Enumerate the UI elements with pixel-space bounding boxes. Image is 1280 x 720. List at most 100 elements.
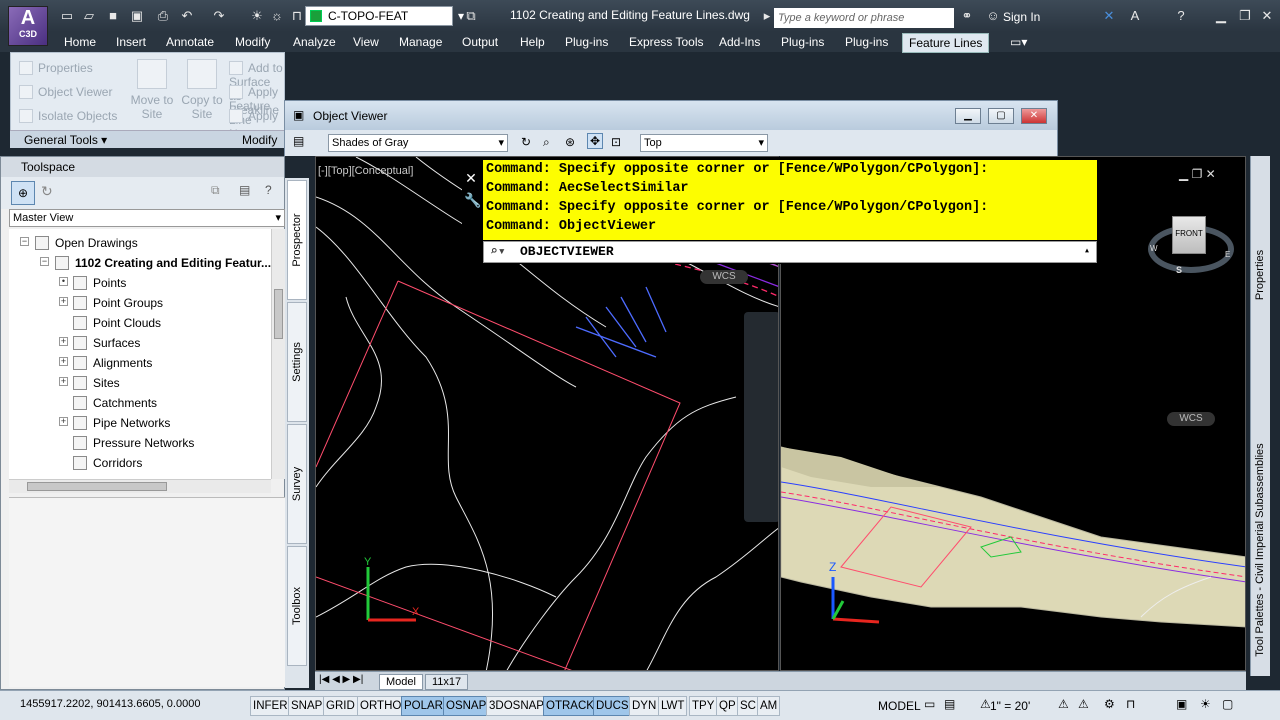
binoculars-icon[interactable]: ⚭: [958, 8, 976, 24]
help-icon[interactable]: ?: [265, 183, 272, 197]
tree-item-pressure-networks[interactable]: Pressure Networks: [73, 435, 194, 451]
collapse-icon[interactable]: −: [40, 257, 49, 266]
tab-model[interactable]: Model: [379, 674, 423, 690]
expand-icon[interactable]: +: [59, 297, 68, 306]
app-menu-button[interactable]: A C3D: [8, 6, 48, 46]
magnify-icon[interactable]: ⊕: [11, 181, 35, 205]
zoom-extents-icon[interactable]: ⊛: [565, 135, 575, 149]
properties-button[interactable]: Properties: [19, 61, 93, 75]
viewcube[interactable]: FRONT: [1172, 216, 1206, 254]
tab-toolbox[interactable]: Toolbox: [287, 546, 307, 666]
tree-item-points[interactable]: Points: [73, 275, 126, 291]
lock-icon[interactable]: ⊓: [288, 8, 306, 24]
wcs-badge-3d[interactable]: WCS: [1167, 412, 1215, 426]
ribbon-options-icon[interactable]: ▭▾: [1010, 34, 1027, 50]
general-tools-panel-label[interactable]: General Tools ▾: [24, 133, 107, 147]
toggle-otrack[interactable]: OTRACK: [543, 696, 597, 716]
isolate-icon[interactable]: ☀: [1200, 697, 1211, 711]
tab-annotate[interactable]: Annotate: [166, 34, 214, 50]
help-icon[interactable]: ?: [1172, 8, 1190, 24]
tab-11x17[interactable]: 11x17: [425, 674, 469, 690]
toggle-osnap[interactable]: OSNAP: [443, 696, 490, 716]
toolspace-title[interactable]: Toolspace: [1, 157, 284, 177]
scroll-thumb[interactable]: [27, 482, 167, 491]
tab-plugins-3[interactable]: Plug-ins: [845, 34, 888, 50]
close-icon[interactable]: ✕: [1021, 108, 1047, 124]
tab-insert[interactable]: Insert: [116, 34, 146, 50]
vertical-scrollbar[interactable]: [271, 229, 285, 479]
tab-output[interactable]: Output: [462, 34, 498, 50]
close-icon[interactable]: ✕: [462, 170, 480, 188]
quick-view-drawings-icon[interactable]: ▤: [944, 697, 955, 711]
toggle-grid[interactable]: GRID: [323, 696, 358, 716]
model-space-toggle[interactable]: MODEL: [878, 696, 921, 716]
panel-view-icon[interactable]: ▤: [239, 183, 250, 197]
tab-plugins-2[interactable]: Plug-ins: [781, 34, 824, 50]
layer-dropdown[interactable]: C-TOPO-FEAT ▾: [305, 6, 464, 26]
copy-to-site-button[interactable]: Copy to Site: [177, 59, 227, 121]
exchange-icon[interactable]: ✕: [1100, 8, 1118, 24]
lock-icon[interactable]: ⊓: [1126, 697, 1135, 711]
tab-help[interactable]: Help: [520, 34, 545, 50]
quick-view-layouts-icon[interactable]: ▭: [924, 697, 935, 711]
item-view-icon[interactable]: ⧉: [211, 183, 220, 198]
expand-icon[interactable]: •: [59, 277, 68, 286]
zoom-icon[interactable]: ⌕: [543, 135, 550, 150]
toggle-polar[interactable]: POLAR: [401, 696, 446, 716]
toggle-snap[interactable]: SNAP: [288, 696, 326, 716]
tree-item-point-clouds[interactable]: Point Clouds: [73, 315, 161, 331]
minimize-icon[interactable]: ▁: [1212, 8, 1230, 24]
new-icon[interactable]: ▭: [58, 8, 76, 24]
wcs-badge[interactable]: WCS: [700, 270, 748, 284]
open-icon[interactable]: ▱: [80, 8, 98, 24]
visual-style-select[interactable]: Shades of Gray ▾: [328, 134, 508, 152]
clean-screen-icon[interactable]: ▢: [1222, 697, 1233, 711]
sign-in-link[interactable]: Sign In: [1003, 10, 1040, 24]
horizontal-scrollbar[interactable]: [9, 479, 271, 493]
object-viewer-button[interactable]: Object Viewer: [19, 85, 112, 99]
view-direction-select[interactable]: Top ▾: [640, 134, 768, 152]
tree-item-catchments[interactable]: Catchments: [73, 395, 157, 411]
tab-prospector[interactable]: Prospector: [287, 180, 307, 300]
toggle-ducs[interactable]: DUCS: [593, 696, 632, 716]
coordinate-readout[interactable]: 1455917.2202, 901413.6605, 0.0000: [20, 698, 200, 710]
saveas-icon[interactable]: ▣: [128, 8, 146, 24]
sun-icon[interactable]: ☼: [268, 8, 286, 24]
tree-item-sites[interactable]: Sites: [73, 375, 120, 391]
expand-icon[interactable]: +: [59, 337, 68, 346]
help-search-input[interactable]: Type a keyword or phrase: [774, 8, 954, 28]
tab-view[interactable]: View: [353, 34, 379, 50]
tab-manage[interactable]: Manage: [399, 34, 442, 50]
tree-open-drawings[interactable]: Open Drawings: [35, 235, 138, 251]
toggle-tpy[interactable]: TPY: [689, 696, 718, 716]
workspace-icon[interactable]: ⚙: [1104, 697, 1115, 711]
tree-item-surfaces[interactable]: Surfaces: [73, 335, 140, 351]
autodesk-icon[interactable]: A: [1126, 8, 1144, 24]
save-icon[interactable]: ■: [104, 8, 122, 24]
view-select[interactable]: Master View ▾: [9, 209, 285, 227]
tab-settings-panel[interactable]: Settings: [287, 302, 307, 422]
tree-item-alignments[interactable]: Alignments: [73, 355, 152, 371]
tree-item-point-groups[interactable]: Point Groups: [73, 295, 163, 311]
viewport-controls-icon[interactable]: ▁ ❐ ✕: [1179, 167, 1216, 181]
auto-scale-icon[interactable]: ⚠: [1078, 697, 1089, 711]
plot-icon[interactable]: ⎙: [154, 8, 172, 24]
lightbulb-icon[interactable]: ☀: [248, 8, 266, 24]
tree-item-corridors[interactable]: Corridors: [73, 455, 142, 471]
toggle-3dosnap[interactable]: 3DOSNAP: [486, 696, 547, 716]
tab-feature-lines[interactable]: Feature Lines: [902, 33, 990, 53]
tab-home[interactable]: Home: [64, 34, 96, 50]
expand-icon[interactable]: +: [59, 377, 68, 386]
undo-icon[interactable]: ↶: [178, 8, 196, 24]
properties-palette-tab[interactable]: Properties: [1252, 200, 1268, 350]
tab-survey[interactable]: Survey: [287, 424, 307, 544]
pan-icon[interactable]: ✥: [587, 133, 604, 149]
layer-tools-icon[interactable]: ⧉: [462, 8, 480, 24]
toggle-lwt[interactable]: LWT: [658, 696, 688, 716]
expand-icon[interactable]: +: [59, 417, 68, 426]
toggle-infer[interactable]: INFER: [250, 696, 291, 716]
orbit-icon[interactable]: ↻: [521, 135, 531, 149]
apply-button[interactable]: Apply: [229, 109, 278, 123]
tab-analyze[interactable]: Analyze: [293, 34, 336, 50]
move-to-site-button[interactable]: Move to Site: [127, 59, 177, 121]
